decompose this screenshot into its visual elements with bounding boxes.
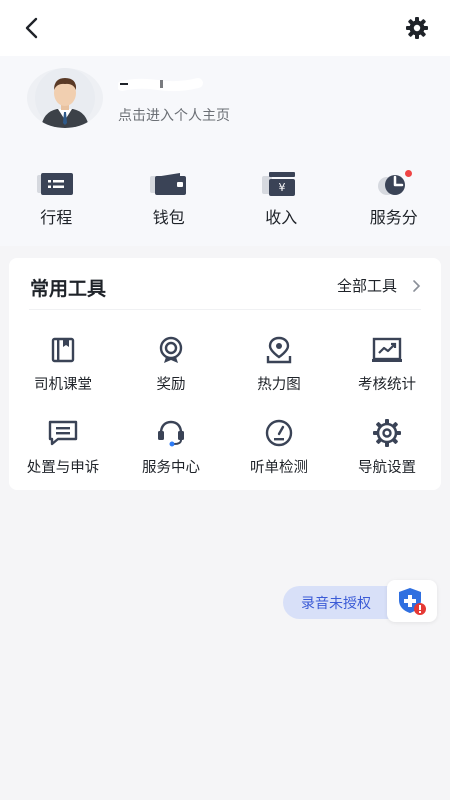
tool-label: 听单检测 bbox=[250, 460, 308, 476]
notification-dot bbox=[404, 170, 412, 177]
tool-service-center[interactable]: 服务中心 bbox=[117, 419, 225, 477]
quick-item-label: 收入 bbox=[265, 208, 298, 227]
profile-name-redacted bbox=[117, 72, 218, 98]
reward-icon bbox=[156, 336, 186, 364]
recording-shield-button[interactable] bbox=[387, 580, 437, 622]
quick-item-income[interactable]: ¥ 收入 bbox=[225, 169, 338, 229]
tool-label: 导航设置 bbox=[358, 460, 416, 476]
wallet-icon bbox=[149, 169, 189, 199]
avatar-image bbox=[35, 68, 95, 128]
tool-order-listening-check[interactable]: 听单检测 bbox=[225, 419, 333, 477]
tool-label: 奖励 bbox=[156, 377, 186, 393]
income-icon: ¥ bbox=[261, 169, 301, 199]
gauge-icon bbox=[264, 419, 294, 447]
trip-list-icon bbox=[36, 169, 76, 199]
recording-label: 录音未授权 bbox=[301, 596, 371, 612]
avatar[interactable] bbox=[27, 68, 103, 128]
tool-label: 服务中心 bbox=[142, 460, 200, 476]
book-icon bbox=[48, 336, 78, 364]
quick-item-wallet[interactable]: 钱包 bbox=[113, 169, 226, 229]
chart-icon bbox=[372, 336, 402, 364]
shield-warning-icon bbox=[399, 588, 426, 615]
svg-text:¥: ¥ bbox=[279, 181, 286, 194]
quick-item-label: 钱包 bbox=[152, 208, 185, 227]
tools-title: 常用工具 bbox=[30, 278, 107, 300]
headset-icon bbox=[156, 419, 186, 447]
quick-item-label: 行程 bbox=[40, 208, 73, 227]
tool-grid: 司机课堂 奖励 热力图 考核统计 处置与申诉 服务中心 听单检测 导航设置 bbox=[9, 336, 441, 477]
common-tools-card: 常用工具 全部工具 司机课堂 奖励 热力图 考核统计 处置与申诉 服务中心 听单… bbox=[9, 258, 441, 490]
divider bbox=[29, 309, 421, 310]
tool-reward[interactable]: 奖励 bbox=[117, 336, 225, 394]
tool-assessment-stats[interactable]: 考核统计 bbox=[333, 336, 441, 394]
chevron-right-icon bbox=[413, 279, 421, 292]
service-score-icon bbox=[374, 169, 414, 199]
profile-header: 点击进入个人主页 行程 钱包 ¥ 收入 服务分 bbox=[0, 56, 450, 246]
message-icon bbox=[48, 419, 78, 447]
quick-item-service-score[interactable]: 服务分 bbox=[338, 169, 450, 229]
tool-label: 考核统计 bbox=[358, 377, 416, 393]
back-button[interactable] bbox=[18, 14, 46, 42]
gear-icon bbox=[406, 17, 428, 39]
gear-icon bbox=[372, 419, 402, 447]
quick-item-label: 服务分 bbox=[369, 208, 418, 227]
tool-label: 热力图 bbox=[257, 377, 301, 393]
all-tools-label: 全部工具 bbox=[336, 277, 397, 295]
profile-link[interactable]: 点击进入个人主页 bbox=[118, 105, 230, 125]
map-pin-icon bbox=[264, 336, 294, 364]
chevron-left-icon bbox=[25, 17, 38, 39]
tool-label: 司机课堂 bbox=[34, 377, 92, 393]
quick-item-trip[interactable]: 行程 bbox=[0, 169, 113, 229]
quick-actions: 行程 钱包 ¥ 收入 服务分 bbox=[0, 169, 450, 229]
tool-navigation-settings[interactable]: 导航设置 bbox=[333, 419, 441, 477]
tool-label: 处置与申诉 bbox=[26, 460, 100, 476]
settings-button[interactable] bbox=[404, 15, 430, 41]
tool-heatmap[interactable]: 热力图 bbox=[225, 336, 333, 394]
all-tools-link[interactable]: 全部工具 bbox=[337, 275, 421, 296]
tool-driver-class[interactable]: 司机课堂 bbox=[9, 336, 117, 394]
top-bar bbox=[0, 0, 450, 56]
tool-disposal-appeal[interactable]: 处置与申诉 bbox=[9, 419, 117, 477]
